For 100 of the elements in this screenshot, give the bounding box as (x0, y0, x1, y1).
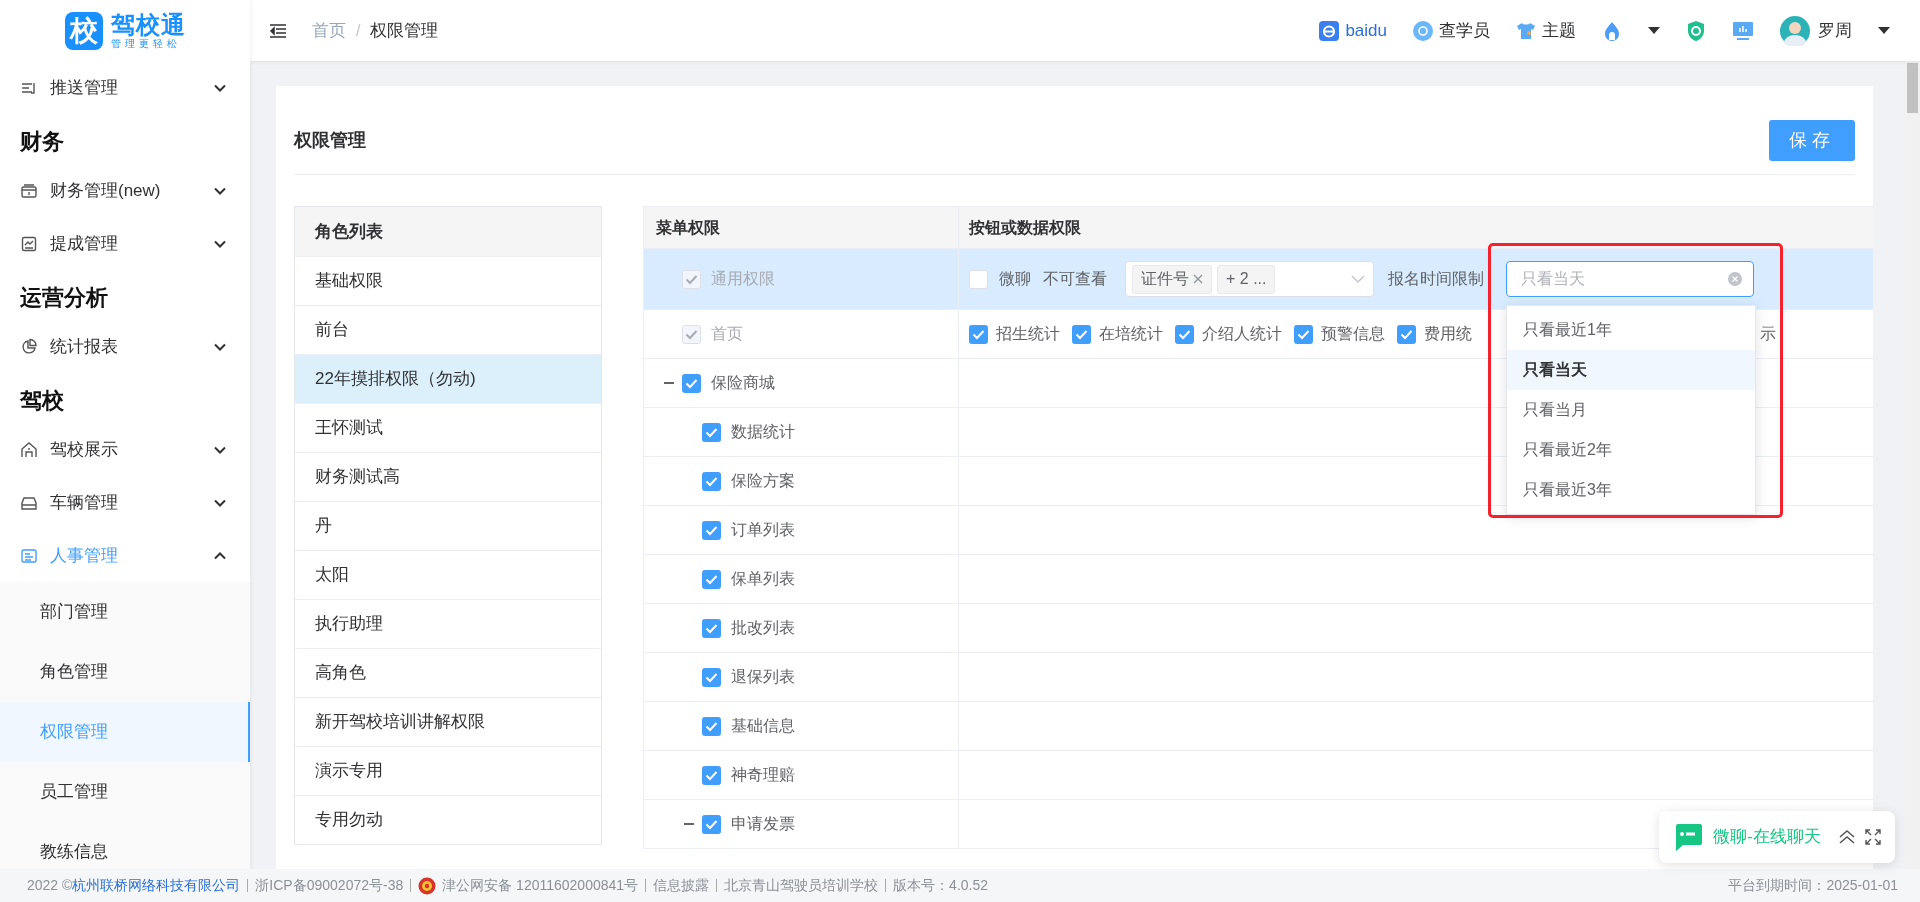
sidebar-item[interactable]: 统计报表 (0, 320, 250, 373)
field-label: 报名时间限制 (1388, 269, 1484, 289)
pie-chart-icon (20, 337, 38, 356)
header-link[interactable]: baidu (1319, 17, 1387, 44)
emblem-icon (418, 876, 437, 895)
menu-permission: 保险商城 (711, 373, 775, 393)
chevron-down-icon (214, 498, 226, 507)
submenu-item[interactable]: 角色管理 (0, 642, 250, 702)
role-item[interactable]: 王怀测试 (295, 403, 601, 452)
list-header: 角色列表 (295, 207, 601, 256)
role-item[interactable]: 演示专用 (295, 746, 601, 795)
checkbox-label: 招生统计 (996, 324, 1060, 344)
menu-permission: 申请发票 (731, 814, 795, 834)
menu-permission: 批改列表 (731, 618, 795, 638)
flame-icon[interactable] (1602, 20, 1622, 41)
checkbox-label: 在培统计 (1099, 324, 1163, 344)
sidebar-item[interactable]: 提成管理 (0, 217, 250, 270)
caret-down-icon[interactable] (1878, 27, 1890, 34)
chevron-down-icon (1351, 275, 1365, 283)
checkbox[interactable] (702, 471, 721, 491)
checkbox[interactable] (702, 569, 721, 589)
checkbox-label: 预警信息 (1321, 324, 1385, 344)
checkbox[interactable] (702, 520, 721, 540)
role-item[interactable]: 执行助理 (295, 599, 601, 648)
section-title: 驾校 (19, 387, 65, 415)
shirt-icon (1516, 20, 1536, 41)
chevron-down-icon (214, 239, 226, 248)
footer-text: 版本号：4.0.52 (893, 876, 989, 895)
column-header: 按钮或数据权限 (969, 217, 1081, 238)
checkbox[interactable] (702, 667, 721, 687)
page-title: 权限管理 (294, 128, 366, 152)
sidebar-item[interactable]: 驾校展示 (0, 423, 250, 476)
logo-mark: 校 (64, 11, 103, 50)
user-name[interactable]: 罗周 (1818, 17, 1852, 44)
footer-text: 信息披露 (653, 876, 710, 895)
submenu-item[interactable]: 教练信息 (0, 822, 250, 869)
sidebar-item[interactable]: 财务管理(new) (0, 164, 250, 217)
chat-icon (1673, 822, 1703, 852)
copyright-text: 2022 ©杭州联桥网络科技有限公司 (27, 876, 241, 895)
menu-permission: 基础信息 (731, 716, 795, 736)
menu-permission: 神奇理赔 (731, 765, 795, 785)
id-card-icon (20, 546, 38, 565)
company-link[interactable]: 杭州联桥网络科技有限公司 (72, 877, 241, 893)
breadcrumb-separator: / (356, 20, 361, 41)
role-item[interactable]: 高角色 (295, 648, 601, 697)
fullscreen-icon[interactable] (1865, 829, 1881, 845)
section-title: 财务 (19, 128, 65, 156)
role-item[interactable]: 22年摸排权限（勿动) (295, 354, 601, 403)
header-link[interactable]: 主题 (1516, 17, 1576, 44)
role-item[interactable]: 基础权限 (295, 256, 601, 305)
checkbox-label: 介绍人统计 (1202, 324, 1282, 344)
breadcrumb-item: 权限管理 (370, 19, 439, 42)
menu-permission: 保险方案 (731, 471, 795, 491)
house-icon (20, 440, 38, 459)
logo-name: 驾校通 (110, 12, 186, 38)
role-item[interactable]: 太阳 (295, 550, 601, 599)
chevron-down-icon (214, 342, 226, 351)
sidebar-item[interactable]: 推送管理 (0, 61, 250, 114)
caret-down-icon[interactable] (1648, 27, 1660, 34)
monitor-icon[interactable] (1732, 20, 1754, 41)
checkbox-label: 微聊 (999, 269, 1031, 289)
chevron-down-icon (214, 83, 226, 92)
chevron-down-icon (214, 186, 226, 195)
tag: 证件号 (1132, 264, 1212, 294)
footer-text: 北京青山驾驶员培训学校 (724, 876, 879, 895)
chart-card-icon (20, 234, 38, 253)
menu-permission: 数据统计 (731, 422, 795, 442)
checkbox-label: 费用统 (1424, 324, 1472, 344)
search-icon (1413, 20, 1433, 41)
chevrons-up-icon[interactable] (1839, 830, 1855, 844)
scrollbar-thumb[interactable] (1907, 63, 1918, 113)
role-item[interactable]: 财务测试高 (295, 452, 601, 501)
logo-tagline: 管理更轻松 (110, 37, 182, 49)
header-link[interactable]: 查学员 (1413, 17, 1490, 44)
checkbox[interactable] (702, 716, 721, 736)
role-item[interactable]: 丹 (295, 501, 601, 550)
field-label: 不可查看 (1043, 269, 1107, 289)
menu-fold-icon[interactable] (268, 21, 288, 40)
sidebar-item[interactable]: 车辆管理 (0, 476, 250, 529)
submenu-item[interactable]: 部门管理 (0, 582, 250, 642)
avatar[interactable] (1780, 15, 1810, 46)
menu-permission: 订单列表 (731, 520, 795, 540)
expiry-text: 平台到期时间：2025-01-01 (1728, 876, 1898, 895)
shield-icon[interactable] (1686, 19, 1706, 42)
menu-permission: 通用权限 (711, 269, 775, 289)
role-item[interactable]: 新开驾校培训讲解权限 (295, 697, 601, 746)
column-header: 菜单权限 (656, 217, 720, 238)
checkbox[interactable] (702, 422, 721, 442)
menu-permission: 保单列表 (731, 569, 795, 589)
checkbox-label: 示 (1760, 324, 1776, 344)
checkbox[interactable] (702, 814, 721, 834)
submenu-item[interactable]: 员工管理 (0, 762, 250, 822)
role-item[interactable]: 专用勿动 (295, 795, 601, 844)
wallet-icon (20, 181, 38, 200)
checkbox[interactable] (702, 618, 721, 638)
checkbox[interactable] (682, 373, 701, 393)
tag: + 2 ... (1217, 264, 1276, 294)
footer-text: 浙ICP备09002072号-38 (255, 876, 404, 895)
checkbox[interactable] (702, 765, 721, 785)
browser-icon (1319, 20, 1340, 41)
